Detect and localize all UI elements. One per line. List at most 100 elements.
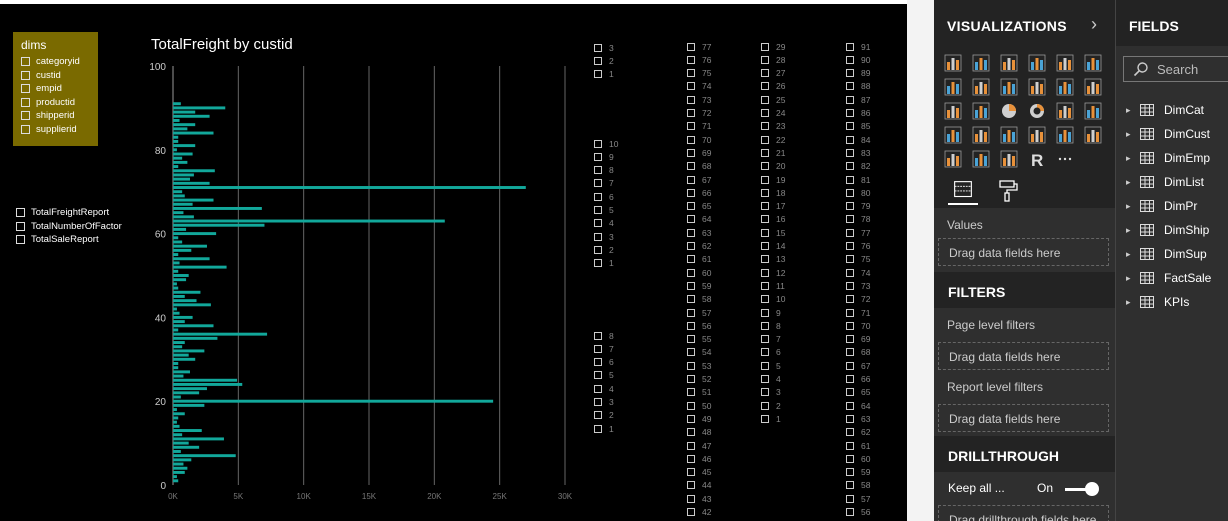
checkbox[interactable] [594, 245, 602, 254]
checkbox[interactable] [761, 109, 769, 117]
bar-custid-78[interactable] [173, 156, 183, 160]
bar-custid-73[interactable] [173, 177, 190, 181]
visual-type-icon[interactable] [1028, 102, 1046, 120]
checkbox[interactable] [846, 242, 854, 250]
slicer-item[interactable]: 16 [761, 214, 785, 225]
slicer-item[interactable]: 90 [846, 54, 870, 65]
bar-custid-87[interactable] [173, 119, 180, 122]
slicer-item[interactable]: 65 [846, 387, 870, 398]
slicer-item[interactable]: 68 [846, 347, 870, 358]
visual-type-icon[interactable] [1084, 126, 1102, 144]
bar-custid-60[interactable] [173, 232, 217, 236]
slicer-item[interactable]: 77 [687, 41, 711, 52]
slicer-item[interactable]: 67 [846, 360, 870, 371]
checkbox[interactable] [687, 255, 695, 264]
slicer-item[interactable]: 80 [846, 187, 870, 198]
bar-custid-89[interactable] [173, 110, 196, 114]
page-filters-drop-well[interactable]: Drag data fields here [938, 342, 1109, 370]
visual-type-icon[interactable] [1084, 78, 1102, 96]
slicer-item[interactable]: 61 [687, 254, 711, 265]
checkbox[interactable] [594, 166, 602, 175]
slicer-item[interactable]: 64 [687, 214, 711, 225]
slicer-item[interactable]: 29 [761, 41, 785, 52]
slicer-item[interactable]: 55 [687, 334, 711, 345]
checkbox[interactable] [846, 308, 854, 317]
checkbox[interactable] [761, 281, 769, 290]
checkbox[interactable] [687, 42, 695, 51]
checkbox[interactable] [687, 95, 695, 104]
bar-custid-58[interactable] [173, 240, 183, 244]
bar-custid-45[interactable] [173, 294, 185, 298]
checkbox[interactable] [594, 384, 602, 393]
field-table-dimship[interactable]: ▸ DimShip [1116, 218, 1228, 242]
checkbox[interactable] [761, 228, 769, 237]
checkbox[interactable] [846, 295, 854, 304]
slicer-item[interactable]: 46 [687, 453, 711, 464]
keep-all-toggle[interactable] [1065, 482, 1099, 496]
checkbox[interactable] [761, 162, 769, 171]
checkbox[interactable] [687, 148, 695, 157]
bar-custid-24[interactable] [173, 382, 243, 386]
checkbox[interactable] [761, 348, 769, 357]
checkbox[interactable] [594, 331, 602, 340]
checkbox[interactable] [846, 375, 854, 383]
expand-chevron-icon[interactable]: ▸ [1126, 201, 1134, 212]
checkbox[interactable] [846, 414, 854, 423]
checkbox[interactable] [846, 55, 854, 64]
visual-type-icon[interactable] [1084, 102, 1102, 120]
slicer-item[interactable]: 54 [687, 347, 711, 358]
checkbox[interactable] [761, 308, 769, 317]
slicer-item[interactable]: 75 [687, 68, 711, 79]
slicer-item[interactable]: 78 [846, 214, 870, 225]
slicer-item[interactable]: 51 [687, 387, 711, 398]
slicer-item[interactable]: 13 [761, 254, 785, 265]
slicer-item[interactable]: 81 [846, 174, 870, 185]
slicer-item[interactable]: 87 [846, 94, 870, 105]
field-table-dimemp[interactable]: ▸ DimEmp [1116, 146, 1228, 170]
field-table-dimpr[interactable]: ▸ DimPr [1116, 194, 1228, 218]
bar-custid-85[interactable] [173, 127, 188, 131]
checkbox[interactable] [594, 219, 602, 228]
checkbox[interactable] [687, 508, 695, 516]
slicer-item[interactable]: 48 [687, 427, 711, 438]
visual-type-icon[interactable] [972, 150, 990, 168]
slicer-item[interactable]: 18 [761, 187, 785, 198]
checkbox[interactable] [761, 321, 769, 330]
bar-custid-11[interactable] [173, 437, 224, 441]
bar-custid-16[interactable] [173, 416, 179, 420]
checkbox[interactable] [761, 95, 769, 104]
bar-custid-14[interactable] [173, 424, 180, 428]
slicer-a-item[interactable]: 1 [594, 258, 614, 269]
slicer-a-item[interactable]: 2 [594, 244, 614, 255]
visual-type-icon[interactable] [944, 102, 962, 120]
slicer-item[interactable]: 5 [761, 360, 781, 371]
checkbox[interactable] [761, 82, 769, 91]
checkbox[interactable] [594, 206, 602, 214]
slicer-item[interactable]: 61 [846, 440, 870, 451]
bar-custid-67[interactable] [173, 202, 193, 206]
bar-custid-17[interactable] [173, 412, 185, 416]
checkbox[interactable] [687, 494, 695, 503]
visual-type-icon[interactable] [972, 102, 990, 120]
slicer-a-item[interactable]: 3 [594, 42, 614, 53]
slicer-item[interactable]: 4 [761, 374, 781, 385]
checkbox[interactable] [687, 122, 695, 131]
checkbox[interactable] [846, 255, 854, 264]
checkbox[interactable] [846, 109, 854, 117]
slicer-item[interactable]: 60 [846, 453, 870, 464]
checkbox[interactable] [594, 152, 602, 161]
checkbox[interactable] [687, 188, 695, 197]
visual-type-icon[interactable]: R [1028, 150, 1046, 168]
slicer-item[interactable]: 74 [846, 267, 870, 278]
bar-custid-34[interactable] [173, 341, 185, 345]
visual-type-icon[interactable] [1056, 78, 1074, 96]
checkbox[interactable] [761, 242, 769, 250]
slicer-item[interactable]: 56 [846, 507, 870, 518]
bar-custid-20[interactable] [173, 399, 494, 403]
checkbox[interactable] [761, 175, 769, 184]
bar-custid-26[interactable] [173, 374, 184, 378]
slicer-item[interactable]: 50 [687, 400, 711, 411]
checkbox[interactable] [594, 411, 602, 420]
visual-type-icon[interactable] [1028, 54, 1046, 72]
bar-custid-84[interactable] [173, 131, 214, 135]
